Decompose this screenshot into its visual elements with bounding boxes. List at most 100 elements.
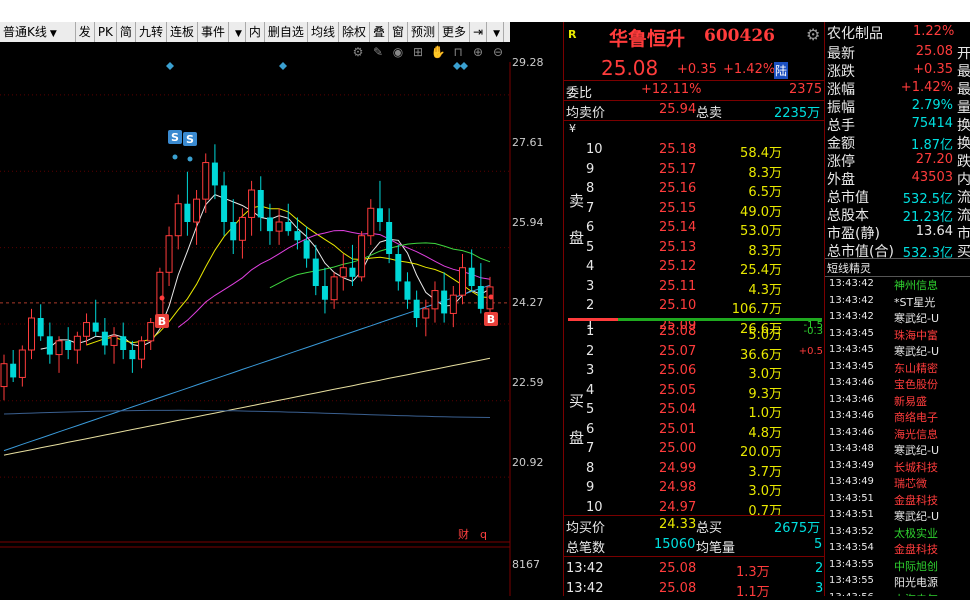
quote-field-value: 13.64	[915, 224, 953, 239]
signal-dot	[187, 156, 193, 162]
short-line-stock: 寒武纪-U	[894, 345, 940, 358]
candle-body	[165, 235, 173, 273]
toolbar-item-fa[interactable]: 发	[76, 22, 95, 42]
signal-badge-text-b1: B	[158, 315, 166, 328]
candle-body	[193, 198, 201, 223]
tick-time: 13:42	[566, 561, 604, 576]
zoom-in-icon[interactable]: ⊕	[470, 45, 486, 59]
sell-row[interactable]: 4 25.12 25.4万	[564, 259, 825, 278]
short-line-item[interactable]: 13:43:48 寒武纪-U	[825, 443, 970, 459]
period-select[interactable]: 普通K线 ▼	[0, 22, 76, 42]
basket-icon[interactable]: ⊞	[410, 45, 426, 59]
sell-row[interactable]: 6 25.14 53.0万	[564, 220, 825, 239]
toolbar-dropdown[interactable]: ▼	[229, 22, 246, 42]
lock-icon[interactable]: ⊓	[450, 45, 466, 59]
eye-icon[interactable]: ◉	[390, 45, 406, 59]
candle-body	[477, 286, 484, 309]
toolbar-item-yuce[interactable]: 预测	[408, 22, 440, 42]
toolbar-item-jiuzhuan[interactable]: 九转	[136, 22, 167, 42]
toolbar-item-gengduo[interactable]: 更多	[439, 22, 471, 42]
buy-row[interactable]: 9 24.98 3.0万	[564, 480, 825, 499]
zoom-out-icon[interactable]: ⊖	[490, 45, 506, 59]
short-line-time: 13:43:49	[829, 476, 874, 487]
candle-body	[458, 267, 466, 296]
sell-level: 4	[586, 259, 595, 274]
short-line-item[interactable]: 13:43:46 新易盛	[825, 394, 970, 410]
sell-row[interactable]: 7 25.15 49.0万	[564, 201, 825, 220]
short-line-item[interactable]: 13:43:46 海光信息	[825, 427, 970, 443]
buy-row[interactable]: 8 24.99 3.7万	[564, 461, 825, 480]
short-line-stock: 瑞芯微	[894, 477, 927, 490]
buy-row[interactable]: 2 25.07 36.6万 +0.5	[564, 344, 825, 363]
pen-icon[interactable]: ✎	[370, 45, 386, 59]
toolbar-item-junxian[interactable]: 均线	[308, 22, 339, 42]
sell-row[interactable]: 2 25.10 106.7万	[564, 298, 825, 317]
toolbar-menu[interactable]: ▼	[487, 22, 505, 42]
sell-row[interactable]: 8 25.16 6.5万	[564, 181, 825, 200]
toolbar-item-chuang[interactable]: 窗	[389, 22, 408, 42]
toolbar-item-die[interactable]: 叠	[370, 22, 389, 42]
quote-field-extra: 内	[957, 172, 970, 188]
candle-body	[367, 207, 375, 237]
sell-volume: 8.3万	[748, 165, 782, 181]
sell-row[interactable]: 9 25.17 8.3万	[564, 162, 825, 181]
candle-body	[395, 254, 402, 282]
short-line-item[interactable]: 13:43:42 寒武纪-U	[825, 311, 970, 327]
short-line-item[interactable]: 13:43:49 长城科技	[825, 460, 970, 476]
toolbar-item-pk[interactable]: PK	[95, 22, 117, 42]
kline-panel[interactable]: SS B B 财q 普通K线 ▼ 发 PK 简 九转 连板 事件 ▼ 内 删自选 均线 …	[0, 22, 563, 596]
short-line-item[interactable]: 13:43:55 中际旭创	[825, 559, 970, 575]
sell-volume: 53.0万	[740, 224, 782, 239]
toolbar-item-jian[interactable]: 简	[117, 22, 136, 42]
buy-volume: 36.6万	[740, 347, 782, 363]
short-line-item[interactable]: 13:43:51 寒武纪-U	[825, 509, 970, 525]
short-line-item[interactable]: 13:43:46 宝色股份	[825, 377, 970, 393]
short-line-item[interactable]: 13:43:51 金盘科技	[825, 493, 970, 509]
buy-row[interactable]: 6 25.01 4.8万	[564, 422, 825, 441]
short-line-time: 13:43:45	[829, 327, 874, 339]
short-line-item[interactable]: 13:43:45 寒武纪-U	[825, 344, 970, 360]
settings-icon[interactable]: ⚙	[350, 45, 366, 59]
kline-chart[interactable]: S S B B 财 q	[0, 22, 563, 596]
sector-row[interactable]: 农化制品 1.22%	[825, 22, 970, 42]
short-line-stock: 太极实业	[894, 526, 938, 540]
quote-field-value: 27.20	[915, 152, 953, 167]
buy-row[interactable]: 7 25.00 20.0万	[564, 441, 825, 460]
short-line-item[interactable]: 13:43:56 上海电气	[825, 592, 970, 597]
quote-field-extra: 换	[957, 136, 970, 152]
short-line-stock: 海光信息	[894, 427, 938, 441]
short-line-stock: 新易盛	[894, 394, 927, 408]
toolbar-item-nei[interactable]: 内	[246, 22, 265, 42]
short-line-stock: 珠海中富	[894, 328, 938, 342]
toolbar-item-lianban[interactable]: 连板	[167, 22, 198, 42]
short-line-item[interactable]: 13:43:42 *ST星光	[825, 295, 970, 311]
buy-row[interactable]: 4 25.05 9.3万	[564, 383, 825, 402]
toolbar-item-shanzixuan[interactable]: 删自选	[265, 22, 308, 42]
candle-body	[275, 221, 283, 232]
r-icon[interactable]: R	[568, 28, 576, 41]
sell-row[interactable]: 10 25.18 58.4万	[564, 142, 825, 161]
weicha-value: 2375	[789, 82, 823, 97]
short-line-item[interactable]: 13:43:55 阳光电源	[825, 575, 970, 591]
short-line-item[interactable]: 13:43:54 金盘科技	[825, 542, 970, 558]
sell-volume: 6.5万	[748, 185, 782, 200]
candle-body	[65, 340, 72, 350]
buy-row[interactable]: 1 25.08 5.0万 -0.3	[564, 324, 825, 343]
hand-icon[interactable]: ✋	[430, 45, 446, 59]
short-line-item[interactable]: 13:43:49 瑞芯微	[825, 476, 970, 492]
short-line-item[interactable]: 13:43:45 东山精密	[825, 361, 970, 377]
jump-icon[interactable]: ⇥	[470, 22, 488, 42]
toolbar-item-chuquan[interactable]: 除权	[339, 22, 370, 42]
sell-row[interactable]: 3 25.11 4.3万	[564, 279, 825, 298]
buy-row[interactable]: 3 25.06 3.0万	[564, 363, 825, 382]
short-line-item[interactable]: 13:43:52 太极实业	[825, 526, 970, 542]
buy-row[interactable]: 5 25.04 1.0万	[564, 402, 825, 421]
short-line-time: 13:43:51	[829, 492, 874, 504]
short-line-item[interactable]: 13:43:46 商络电子	[825, 410, 970, 426]
short-line-item[interactable]: 13:43:42 神州信息	[825, 278, 970, 294]
short-line-time: 13:43:46	[829, 410, 874, 421]
gear-icon[interactable]: ⚙	[806, 25, 820, 44]
toolbar-item-shijian[interactable]: 事件	[198, 22, 229, 42]
sell-row[interactable]: 5 25.13 8.3万	[564, 240, 825, 259]
short-line-item[interactable]: 13:43:45 珠海中富	[825, 328, 970, 344]
